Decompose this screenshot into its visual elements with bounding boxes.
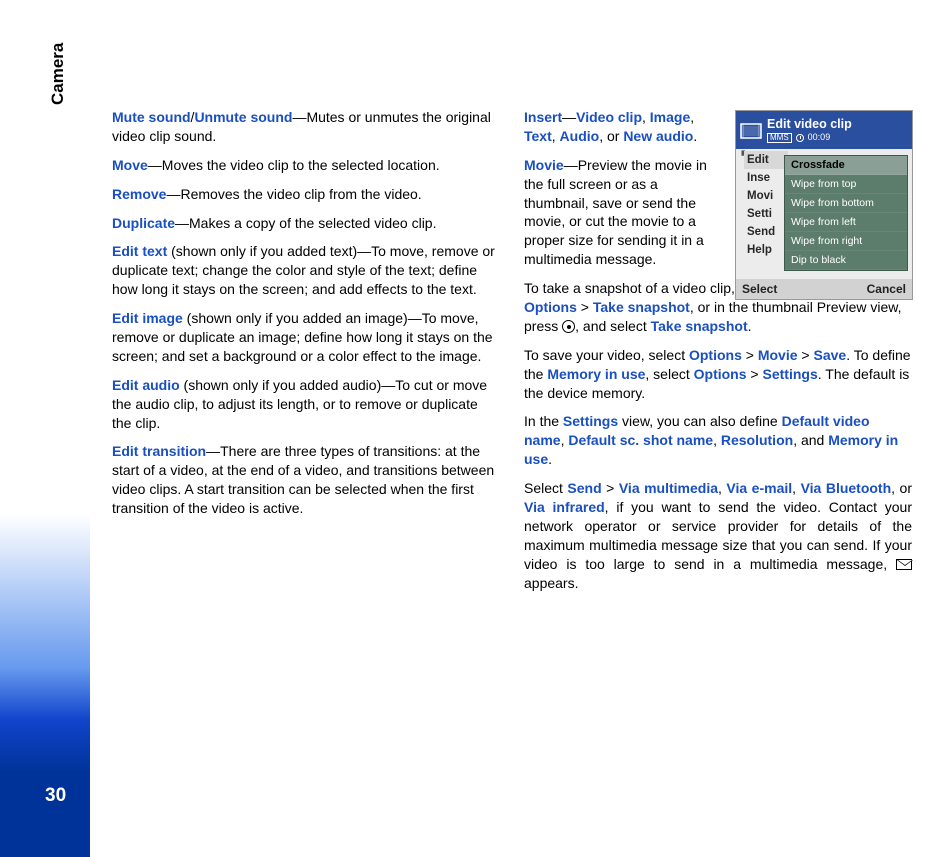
joystick-icon xyxy=(562,320,575,333)
bg-menu-item[interactable]: Help xyxy=(744,241,788,259)
para-edit-transition: Edit transition—There are three types of… xyxy=(112,442,500,518)
para-duplicate: Duplicate—Makes a copy of the selected v… xyxy=(112,214,500,233)
envelope-icon xyxy=(896,559,912,570)
para-edit-image: Edit image (shown only if you added an i… xyxy=(112,309,500,366)
popup-item-wipe-left[interactable]: Wipe from left xyxy=(785,213,907,232)
left-column: Mute sound/Unmute sound—Mutes or unmutes… xyxy=(112,108,500,602)
phone-time: 00:09 xyxy=(808,133,831,142)
page-number: 30 xyxy=(45,785,66,807)
phone-screenshot: Edit video clip MMS 00:09 ▝ Edit Inse Mo… xyxy=(735,110,913,300)
clock-icon xyxy=(796,134,804,142)
bg-menu-item[interactable]: Send xyxy=(744,223,788,241)
para-save: To save your video, select Options > Mov… xyxy=(524,346,912,403)
para-move: Move—Moves the video clip to the selecte… xyxy=(112,156,500,175)
transition-popup: Crossfade Wipe from top Wipe from bottom… xyxy=(784,155,908,271)
para-movie: Movie—Preview the movie in the full scre… xyxy=(524,156,724,269)
bg-menu-item[interactable]: Edit xyxy=(744,151,788,169)
section-tab: Camera xyxy=(48,43,68,105)
bg-menu-item[interactable]: Movi xyxy=(744,187,788,205)
para-remove: Remove—Removes the video clip from the v… xyxy=(112,185,500,204)
para-mute: Mute sound/Unmute sound—Mutes or unmutes… xyxy=(112,108,500,146)
bg-menu-item[interactable]: Inse xyxy=(744,169,788,187)
bg-menu-item[interactable]: Setti xyxy=(744,205,788,223)
sidebar: Camera 30 xyxy=(0,0,90,857)
para-send: Select Send > Via multimedia, Via e-mail… xyxy=(524,479,912,592)
softkey-bar: Select Cancel xyxy=(736,279,912,299)
popup-item-dip-black[interactable]: Dip to black xyxy=(785,251,907,270)
mms-indicator: MMS xyxy=(767,133,792,143)
softkey-cancel[interactable]: Cancel xyxy=(867,282,906,296)
para-insert: Insert—Video clip, Image, Text, Audio, o… xyxy=(524,108,724,146)
background-menu: Edit Inse Movi Setti Send Help xyxy=(744,151,788,260)
popup-item-crossfade[interactable]: Crossfade xyxy=(785,156,907,175)
para-edit-text: Edit text (shown only if you added text)… xyxy=(112,242,500,299)
film-icon xyxy=(740,121,762,141)
para-settings: In the Settings view, you can also defin… xyxy=(524,412,912,469)
phone-header: Edit video clip MMS 00:09 xyxy=(736,111,912,149)
softkey-select[interactable]: Select xyxy=(742,282,777,296)
popup-item-wipe-bottom[interactable]: Wipe from bottom xyxy=(785,194,907,213)
popup-item-wipe-right[interactable]: Wipe from right xyxy=(785,232,907,251)
phone-title: Edit video clip xyxy=(767,118,852,131)
phone-body: ▝ Edit Inse Movi Setti Send Help Crossfa… xyxy=(736,149,912,279)
popup-item-wipe-top[interactable]: Wipe from top xyxy=(785,175,907,194)
para-edit-audio: Edit audio (shown only if you added audi… xyxy=(112,376,500,433)
